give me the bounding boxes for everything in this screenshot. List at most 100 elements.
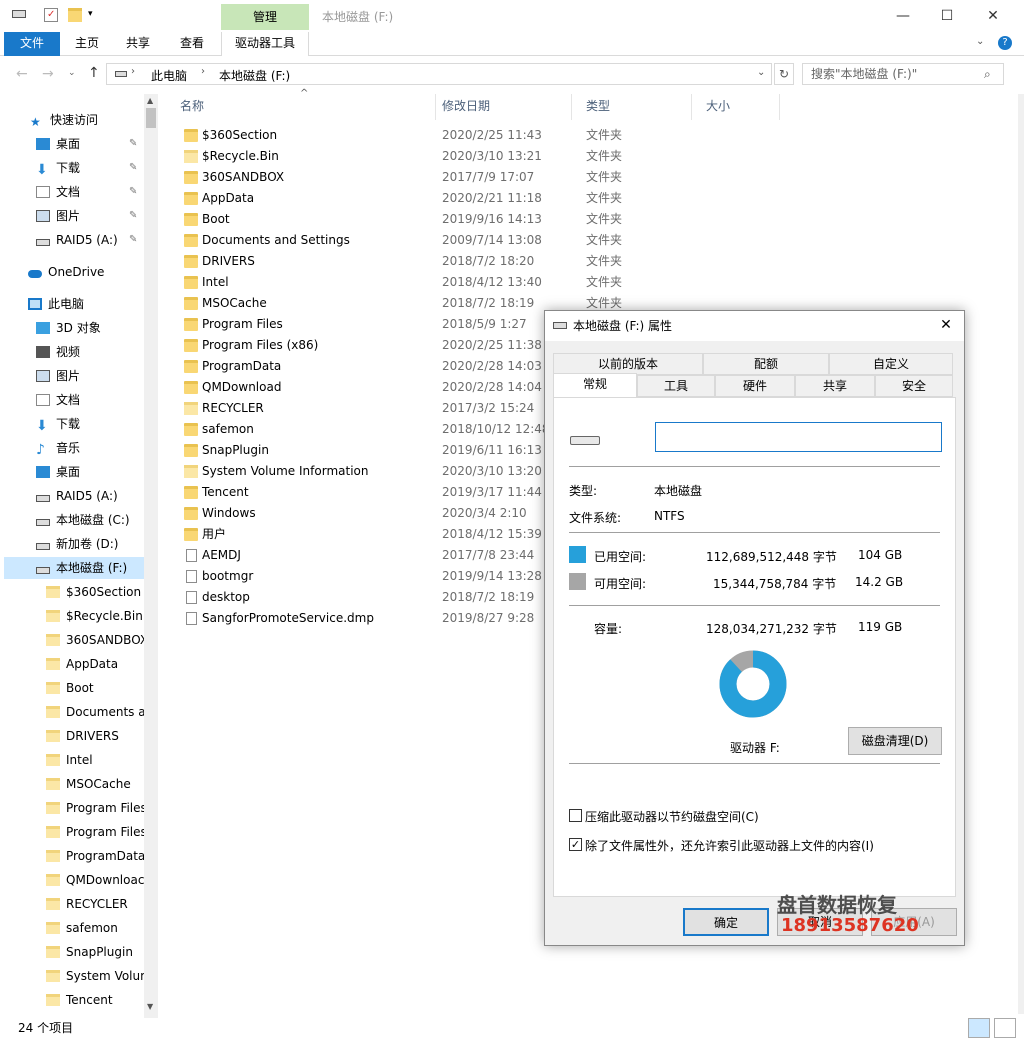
minimize-button[interactable]: — <box>880 4 926 28</box>
sidebar-subitem[interactable]: Program Files <box>46 821 147 843</box>
sidebar-subitem[interactable]: RECYCLER <box>46 893 128 915</box>
sidebar-subitem[interactable]: Documents ar <box>46 701 151 723</box>
help-icon[interactable]: ? <box>998 36 1012 50</box>
tab-quota[interactable]: 配额 <box>703 353 829 375</box>
sidebar-subitem[interactable]: Program Files <box>46 797 147 819</box>
sidebar-subitem[interactable]: System Volum <box>46 965 152 987</box>
sidebar-subitem[interactable]: Boot <box>46 677 94 699</box>
file-row[interactable]: 360SANDBOX 2017/7/9 17:07 文件夹 <box>166 167 726 188</box>
sidebar-subitem[interactable]: 360SANDBOX <box>46 629 148 651</box>
column-type[interactable]: 类型 <box>572 94 692 120</box>
sidebar-item-documents[interactable]: 文档 <box>36 181 80 203</box>
sidebar-item-documents-pc[interactable]: 文档 <box>36 389 80 411</box>
scroll-thumb[interactable] <box>146 108 156 128</box>
file-date: 2018/4/12 15:39 <box>442 527 542 541</box>
sidebar-item-music[interactable]: ♪ 音乐 <box>36 437 80 459</box>
address-input[interactable]: › 此电脑 › 本地磁盘 (F:) ⌄ <box>106 63 772 85</box>
manage-contextual-tab[interactable]: 管理 <box>221 4 309 30</box>
sidebar-subitem[interactable]: $Recycle.Bin <box>46 605 143 627</box>
scroll-down-icon[interactable]: ▼ <box>147 1002 153 1011</box>
sidebar-item-pictures[interactable]: 图片 <box>36 205 80 227</box>
file-row[interactable]: DRIVERS 2018/7/2 18:20 文件夹 <box>166 251 726 272</box>
volume-label-input[interactable] <box>655 422 942 452</box>
large-icons-view-icon[interactable] <box>994 1018 1016 1038</box>
sidebar-subitem[interactable]: safemon <box>46 917 118 939</box>
file-row[interactable]: $360Section 2020/2/25 11:43 文件夹 <box>166 125 726 146</box>
sidebar-subitem[interactable]: MSOCache <box>46 773 131 795</box>
breadcrumb-drive[interactable]: 本地磁盘 (F:) <box>219 67 290 84</box>
sidebar-subitem[interactable]: SnapPlugin <box>46 941 133 963</box>
tab-home[interactable]: 主页 <box>66 32 108 56</box>
main-scrollbar[interactable] <box>1018 94 1024 1014</box>
compress-checkbox[interactable] <box>569 809 582 822</box>
up-icon[interactable]: ↑ <box>88 65 100 81</box>
sidebar-item-pictures-pc[interactable]: 图片 <box>36 365 80 387</box>
tab-tools[interactable]: 工具 <box>637 375 715 397</box>
sidebar-subitem[interactable]: DRIVERS <box>46 725 119 747</box>
sidebar-item-drive-d[interactable]: 新加卷 (D:) <box>36 533 118 555</box>
scroll-up-icon[interactable]: ▲ <box>147 96 153 105</box>
pin-icon[interactable]: ✎ <box>129 138 137 149</box>
pin-icon[interactable]: ✎ <box>129 210 137 221</box>
sidebar-item-desktop-pc[interactable]: 桌面 <box>36 461 80 483</box>
sidebar-subitem[interactable]: Tencent <box>46 989 113 1011</box>
search-input[interactable]: 搜索"本地磁盘 (F:)" <box>802 63 1004 85</box>
sidebar-item-desktop[interactable]: 桌面 <box>36 133 80 155</box>
maximize-button[interactable]: ☐ <box>924 4 970 28</box>
ok-button[interactable]: 确定 <box>683 908 769 936</box>
tab-hardware[interactable]: 硬件 <box>715 375 795 397</box>
sidebar-subitem[interactable]: QMDownloac <box>46 869 144 891</box>
address-dropdown-icon[interactable]: ⌄ <box>757 67 765 78</box>
sidebar-item-downloads[interactable]: ⬇ 下载 <box>36 157 80 179</box>
breadcrumb-this-pc[interactable]: 此电脑 <box>151 67 187 84</box>
sidebar-subitem[interactable]: $360Section <box>46 581 141 603</box>
properties-icon[interactable]: ✓ <box>44 8 58 22</box>
details-view-icon[interactable] <box>968 1018 990 1038</box>
pin-icon[interactable]: ✎ <box>129 234 137 245</box>
pin-icon[interactable]: ✎ <box>129 186 137 197</box>
sidebar-subitem[interactable]: ProgramData <box>46 845 145 867</box>
tab-share[interactable]: 共享 <box>116 32 160 56</box>
sidebar-item-this-pc[interactable]: 此电脑 <box>28 293 84 315</box>
sidebar-item-quick-access[interactable]: ★ 快速访问 <box>30 109 98 131</box>
sidebar-subitem[interactable]: Intel <box>46 749 93 771</box>
dialog-close-button[interactable]: ✕ <box>936 315 956 335</box>
collapse-ribbon-icon[interactable]: ⌄ <box>976 36 984 47</box>
tab-drive-tools[interactable]: 驱动器工具 <box>221 32 309 56</box>
pin-icon[interactable]: ✎ <box>129 162 137 173</box>
tab-customize[interactable]: 自定义 <box>829 353 953 375</box>
recent-chevron-icon[interactable]: ⌄ <box>68 68 76 78</box>
close-button[interactable]: ✕ <box>970 4 1016 28</box>
search-icon[interactable]: ⌕ <box>984 67 991 82</box>
file-row[interactable]: Boot 2019/9/16 14:13 文件夹 <box>166 209 726 230</box>
sidebar-item-drive-f[interactable]: 本地磁盘 (F:) <box>4 557 144 579</box>
file-row[interactable]: Intel 2018/4/12 13:40 文件夹 <box>166 272 726 293</box>
sidebar-item-onedrive[interactable]: OneDrive <box>28 261 104 283</box>
sidebar-item-videos[interactable]: 视频 <box>36 341 80 363</box>
sidebar-item-3d[interactable]: 3D 对象 <box>36 317 101 339</box>
file-row[interactable]: Documents and Settings 2009/7/14 13:08 文件夹 <box>166 230 726 251</box>
column-size[interactable]: 大小 <box>692 94 780 120</box>
sidebar-item-raid5-pc[interactable]: RAID5 (A:) <box>36 485 118 507</box>
chevron-down-icon[interactable]: ▾ <box>88 10 102 24</box>
tab-view[interactable]: 查看 <box>170 32 214 56</box>
file-row[interactable]: $Recycle.Bin 2020/3/10 13:21 文件夹 <box>166 146 726 167</box>
disk-cleanup-button[interactable]: 磁盘清理(D) <box>848 727 942 755</box>
column-date[interactable]: 修改日期 <box>428 94 572 120</box>
sidebar-subitem[interactable]: AppData <box>46 653 118 675</box>
back-icon[interactable]: ← <box>16 66 28 82</box>
tab-sharing[interactable]: 共享 <box>795 375 875 397</box>
tab-general[interactable]: 常规 <box>553 373 637 397</box>
forward-icon[interactable]: → <box>42 66 54 82</box>
sidebar-item-raid5[interactable]: RAID5 (A:) <box>36 229 118 251</box>
tab-security[interactable]: 安全 <box>875 375 953 397</box>
new-folder-icon[interactable] <box>68 8 82 22</box>
sidebar-item-downloads-pc[interactable]: ⬇ 下载 <box>36 413 80 435</box>
index-checkbox[interactable]: ✓ <box>569 838 582 851</box>
tab-file[interactable]: 文件 <box>4 32 60 56</box>
sidebar-scrollbar[interactable]: ▲ ▼ <box>144 94 158 1018</box>
refresh-icon[interactable]: ↻ <box>774 63 794 85</box>
file-row[interactable]: AppData 2020/2/21 11:18 文件夹 <box>166 188 726 209</box>
sidebar-item-drive-c[interactable]: 本地磁盘 (C:) <box>36 509 130 531</box>
tab-previous-versions[interactable]: 以前的版本 <box>553 353 703 375</box>
